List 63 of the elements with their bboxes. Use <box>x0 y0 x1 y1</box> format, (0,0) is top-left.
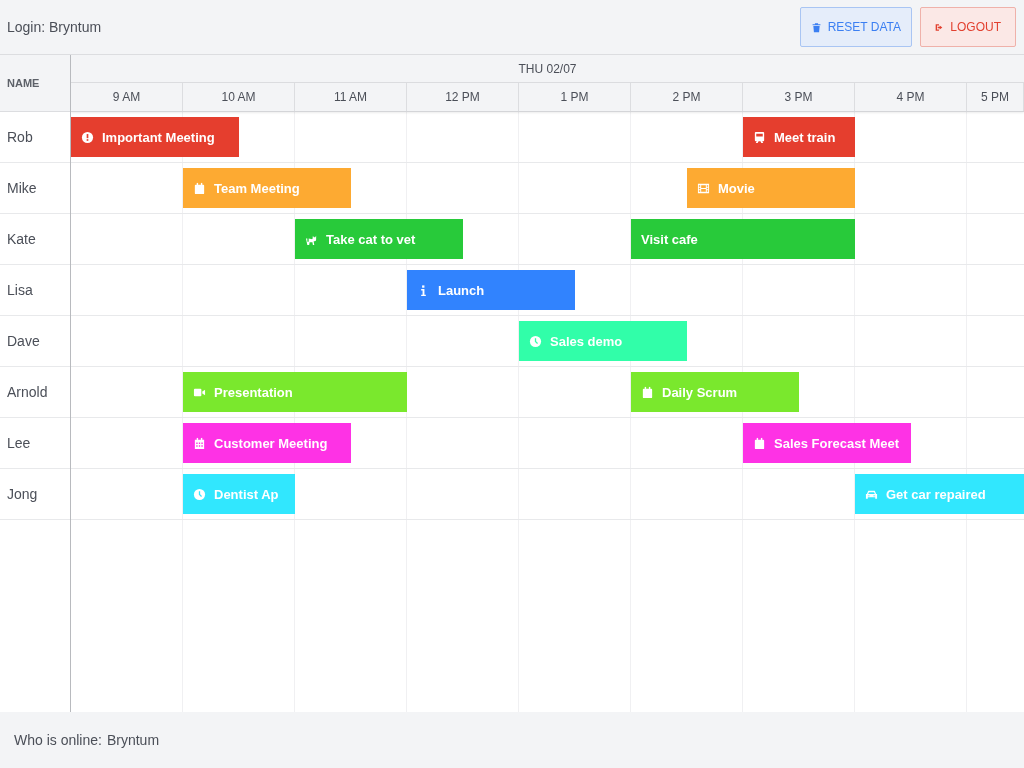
calendar-icon <box>753 436 766 450</box>
exit-icon <box>935 21 945 33</box>
event-title: Customer Meeting <box>214 435 328 451</box>
resource-name: Lisa <box>0 265 70 316</box>
resource-name: Kate <box>0 214 70 265</box>
event-bar[interactable]: Important Meeting <box>71 117 239 157</box>
event-bar[interactable]: Movie <box>687 168 855 208</box>
online-user: Bryntum <box>106 732 160 748</box>
hour-header: 9 AM <box>71 83 183 111</box>
event-title: Sales demo <box>550 333 623 349</box>
event-title: Get car repaired <box>886 486 986 502</box>
event-bar[interactable]: Visit cafe <box>631 219 855 259</box>
event-title: Presentation <box>214 384 293 400</box>
event-bar[interactable]: Get car repaired <box>855 474 1024 514</box>
clock-icon <box>193 487 206 501</box>
event-title: Important Meeting <box>102 129 215 145</box>
event-bar[interactable]: Presentation <box>183 372 407 412</box>
hour-header: 4 PM <box>855 83 967 111</box>
exclamation-circle-icon <box>81 130 94 144</box>
hour-header: 2 PM <box>631 83 743 111</box>
hour-header: 12 PM <box>407 83 519 111</box>
hour-header: 3 PM <box>743 83 855 111</box>
resource-name: Lee <box>0 418 70 469</box>
column-header: NAME <box>0 55 70 112</box>
calendar-icon <box>193 181 206 195</box>
login-label: Login: Bryntum <box>7 19 102 35</box>
event-bar[interactable]: Sales Forecast Meet <box>743 423 911 463</box>
clock-icon <box>529 334 542 348</box>
event-title: Movie <box>718 180 755 196</box>
calendar-icon <box>193 436 206 450</box>
resource-name: Mike <box>0 163 70 214</box>
train-icon <box>753 130 766 144</box>
resource-name: Rob <box>0 112 70 163</box>
logout-button[interactable]: LOGOUT <box>920 7 1016 47</box>
event-bar[interactable]: Team Meeting <box>183 168 351 208</box>
day-header: THU 02/07 <box>518 61 577 76</box>
event-title: Team Meeting <box>214 180 300 196</box>
event-title: Sales Forecast Meet <box>774 435 899 451</box>
event-bar[interactable]: Meet train <box>743 117 855 157</box>
event-bar[interactable]: Dentist Ap <box>183 474 295 514</box>
online-label: Who is online: <box>14 732 102 748</box>
resource-name: Arnold <box>0 367 70 418</box>
hour-header: 5 PM <box>967 83 1024 111</box>
film-icon <box>697 181 710 195</box>
event-bar[interactable]: Customer Meeting <box>183 423 351 463</box>
hour-header: 11 AM <box>295 83 407 111</box>
event-bar[interactable]: Daily Scrum <box>631 372 799 412</box>
event-title: Take cat to vet <box>326 231 416 247</box>
event-title: Dentist Ap <box>214 486 279 502</box>
event-bar[interactable]: Take cat to vet <box>295 219 463 259</box>
hour-header: 1 PM <box>519 83 631 111</box>
event-bar[interactable]: Launch <box>407 270 575 310</box>
event-title: Daily Scrum <box>662 384 738 400</box>
event-bar[interactable]: Sales demo <box>519 321 687 361</box>
event-title: Launch <box>438 282 485 298</box>
reset-data-button[interactable]: RESET DATA <box>799 7 912 47</box>
resource-name: Jong <box>0 469 70 520</box>
calendar-icon <box>641 385 654 399</box>
hour-header: 10 AM <box>183 83 295 111</box>
event-title: Visit cafe <box>641 231 698 247</box>
resource-name: Dave <box>0 316 70 367</box>
trash-icon <box>810 21 822 33</box>
event-title: Meet train <box>774 129 836 145</box>
